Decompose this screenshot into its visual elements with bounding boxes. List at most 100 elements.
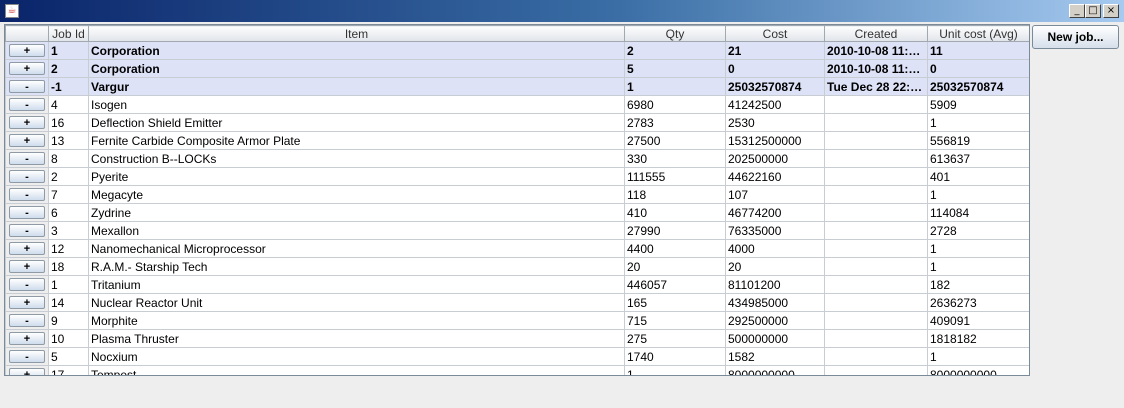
cell-item[interactable]: Megacyte [88, 185, 625, 204]
cell-job-id[interactable]: 1 [48, 275, 89, 294]
col-header-unit-cost[interactable]: Unit cost (Avg) [927, 25, 1029, 42]
cell-qty[interactable]: 5 [624, 59, 726, 78]
table-row[interactable]: -7 Megacyte 118 107 1 [5, 185, 1029, 204]
cell-unit-cost[interactable]: 1 [927, 239, 1029, 258]
cell-item[interactable]: Nanomechanical Microprocessor [88, 239, 625, 258]
cell-created[interactable] [824, 203, 928, 222]
cell-unit-cost[interactable]: 401 [927, 167, 1029, 186]
cell-unit-cost[interactable]: 25032570874 [927, 77, 1029, 96]
col-header-created[interactable]: Created [824, 25, 928, 42]
table-row[interactable]: +1 Corporation 2 21 2010-10-08 11:2... 11 [5, 41, 1029, 60]
expand-toggle-button[interactable]: + [9, 368, 45, 375]
cell-created[interactable] [824, 347, 928, 366]
cell-item[interactable]: Morphite [88, 311, 625, 330]
cell-unit-cost[interactable]: 409091 [927, 311, 1029, 330]
table-row[interactable]: -4 Isogen 6980 41242500 5909 [5, 95, 1029, 114]
col-header-cost[interactable]: Cost [725, 25, 825, 42]
expand-toggle-button[interactable]: + [9, 296, 45, 309]
cell-qty[interactable]: 410 [624, 203, 726, 222]
cell-cost[interactable]: 0 [725, 59, 825, 78]
cell-item[interactable]: Zydrine [88, 203, 625, 222]
cell-cost[interactable]: 8000000000 [725, 365, 825, 375]
cell-created[interactable] [824, 131, 928, 150]
expand-toggle-button[interactable]: - [9, 152, 45, 165]
col-header-job-id[interactable]: Job Id [48, 25, 89, 42]
cell-job-id[interactable]: 12 [48, 239, 89, 258]
cell-item[interactable]: Construction B--LOCKs [88, 149, 625, 168]
cell-qty[interactable]: 27990 [624, 221, 726, 240]
cell-created[interactable] [824, 185, 928, 204]
cell-cost[interactable]: 41242500 [725, 95, 825, 114]
cell-job-id[interactable]: 18 [48, 257, 89, 276]
cell-unit-cost[interactable]: 11 [927, 41, 1029, 60]
table-row[interactable]: +10 Plasma Thruster 275 500000000 1818182 [5, 329, 1029, 348]
cell-created[interactable] [824, 329, 928, 348]
cell-cost[interactable]: 202500000 [725, 149, 825, 168]
cell-unit-cost[interactable]: 1 [927, 347, 1029, 366]
col-header-item[interactable]: Item [88, 25, 625, 42]
cell-qty[interactable]: 2783 [624, 113, 726, 132]
cell-job-id[interactable]: 1 [48, 41, 89, 60]
cell-cost[interactable]: 107 [725, 185, 825, 204]
expand-toggle-button[interactable]: - [9, 224, 45, 237]
minimize-button[interactable]: _ [1069, 4, 1085, 18]
table-row[interactable]: - -1 Vargur 1 25032570874 Tue Dec 28 22:2... 2… [5, 77, 1029, 96]
cell-item[interactable]: Isogen [88, 95, 625, 114]
cell-item[interactable]: Deflection Shield Emitter [88, 113, 625, 132]
cell-job-id[interactable]: 6 [48, 203, 89, 222]
expand-toggle-button[interactable]: - [9, 80, 45, 93]
cell-unit-cost[interactable]: 0 [927, 59, 1029, 78]
cell-created[interactable] [824, 257, 928, 276]
cell-created[interactable] [824, 293, 928, 312]
expand-toggle-button[interactable]: - [9, 206, 45, 219]
cell-qty[interactable]: 1740 [624, 347, 726, 366]
cell-item[interactable]: Nocxium [88, 347, 625, 366]
cell-item[interactable]: Pyerite [88, 167, 625, 186]
cell-job-id[interactable]: 4 [48, 95, 89, 114]
cell-job-id[interactable]: 14 [48, 293, 89, 312]
cell-created[interactable] [824, 275, 928, 294]
expand-toggle-button[interactable]: - [9, 314, 45, 327]
cell-job-id[interactable]: 17 [48, 365, 89, 375]
new-job-button[interactable]: New job... [1032, 25, 1119, 49]
cell-item[interactable]: Plasma Thruster [88, 329, 625, 348]
cell-created[interactable] [824, 167, 928, 186]
java-cup-icon[interactable]: ☕ [5, 4, 19, 18]
cell-job-id[interactable]: 7 [48, 185, 89, 204]
cell-created[interactable]: 2010-10-08 11:2... [824, 41, 928, 60]
table-row[interactable]: -1 Tritanium 446057 81101200 182 [5, 275, 1029, 294]
expand-toggle-button[interactable]: + [9, 134, 45, 147]
expand-toggle-button[interactable]: + [9, 62, 45, 75]
cell-item[interactable]: R.A.M.- Starship Tech [88, 257, 625, 276]
cell-created[interactable]: 2010-10-08 11:2... [824, 59, 928, 78]
expand-toggle-button[interactable]: - [9, 188, 45, 201]
cell-cost[interactable]: 81101200 [725, 275, 825, 294]
cell-qty[interactable]: 20 [624, 257, 726, 276]
expand-toggle-button[interactable]: + [9, 260, 45, 273]
cell-created[interactable] [824, 221, 928, 240]
cell-cost[interactable]: 15312500000 [725, 131, 825, 150]
cell-item[interactable]: Nuclear Reactor Unit [88, 293, 625, 312]
table-row[interactable]: +14 Nuclear Reactor Unit 165 434985000 26362… [5, 293, 1029, 312]
cell-unit-cost[interactable]: 8000000000 [927, 365, 1029, 375]
cell-unit-cost[interactable]: 2728 [927, 221, 1029, 240]
table-row[interactable]: -6 Zydrine 410 46774200 114084 [5, 203, 1029, 222]
cell-created[interactable]: Tue Dec 28 22:2... [824, 77, 928, 96]
cell-qty[interactable]: 165 [624, 293, 726, 312]
table-row[interactable]: -8 Construction B--LOCKs 330 202500000 61363… [5, 149, 1029, 168]
cell-item[interactable]: Vargur [88, 77, 625, 96]
cell-job-id[interactable]: -1 [48, 77, 89, 96]
col-header-expand[interactable] [5, 25, 49, 42]
cell-job-id[interactable]: 13 [48, 131, 89, 150]
cell-cost[interactable]: 292500000 [725, 311, 825, 330]
cell-cost[interactable]: 76335000 [725, 221, 825, 240]
cell-created[interactable] [824, 311, 928, 330]
table-row[interactable]: -5 Nocxium 1740 1582 1 [5, 347, 1029, 366]
cell-item[interactable]: Tritanium [88, 275, 625, 294]
cell-item[interactable]: Mexallon [88, 221, 625, 240]
table-row[interactable]: +16 Deflection Shield Emitter 2783 2530 1 [5, 113, 1029, 132]
title-bar[interactable]: ☕ _ □ × [0, 0, 1124, 22]
expand-toggle-button[interactable]: - [9, 278, 45, 291]
cell-created[interactable] [824, 113, 928, 132]
cell-unit-cost[interactable]: 1 [927, 185, 1029, 204]
